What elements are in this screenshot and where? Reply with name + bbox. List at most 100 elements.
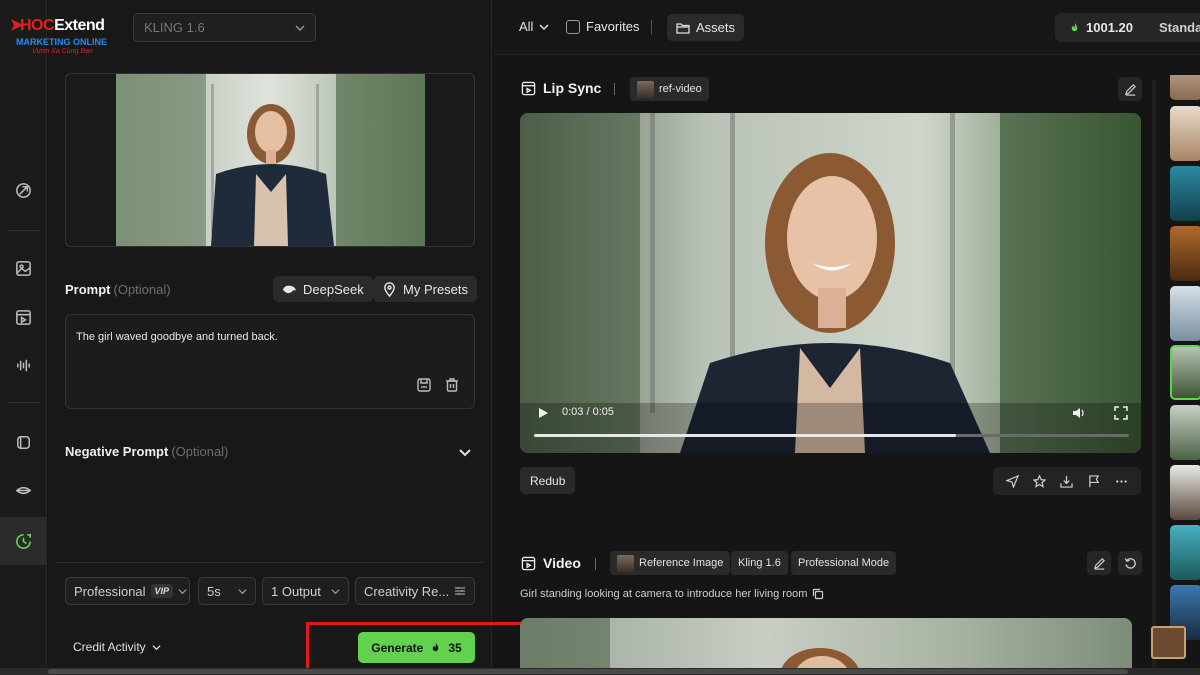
redub-button[interactable]: Redub (520, 467, 576, 494)
lip-sync-label: Lip Sync (543, 80, 602, 96)
logo: HOCExtend MARKETING ONLINE Vươn Xa Cùng … (10, 16, 130, 60)
volume-icon[interactable] (1072, 406, 1086, 420)
lips-icon[interactable] (0, 468, 47, 512)
prompt-title: Prompt (65, 282, 111, 297)
creativity-select[interactable]: Creativity Re... (355, 577, 475, 605)
favorites-toggle[interactable]: Favorites (566, 19, 639, 34)
download-icon[interactable] (1060, 475, 1074, 488)
model-selected: KLING 1.6 (144, 20, 205, 35)
presets-label: My Presets (403, 281, 469, 297)
mode-tag[interactable]: Professional Mode (791, 551, 897, 575)
reference-image-box[interactable] (65, 73, 475, 247)
lip-sync-title: Lip Sync (521, 80, 601, 96)
chevron-down-icon (331, 588, 340, 594)
edit-button[interactable] (1118, 77, 1142, 101)
history-thumbnail[interactable] (1170, 166, 1200, 221)
my-presets-button[interactable]: My Presets (373, 276, 478, 302)
deepseek-label: DeepSeek (303, 281, 364, 297)
rail-divider (8, 230, 39, 231)
duration-select[interactable]: 5s (198, 577, 256, 605)
negative-prompt-title: Negative Prompt (65, 444, 169, 459)
fullscreen-icon[interactable] (1114, 406, 1128, 420)
history-thumbnail[interactable] (1170, 465, 1200, 520)
video-actions-bar (993, 467, 1141, 495)
pencil-icon (1124, 83, 1136, 96)
ref-video-tag[interactable]: ref-video (630, 77, 709, 101)
assets-button[interactable]: Assets (667, 14, 745, 41)
content-scrollbar[interactable] (1152, 80, 1156, 670)
history-thumbnails (1170, 75, 1200, 668)
video-frame (520, 113, 1141, 453)
star-icon[interactable] (1033, 474, 1047, 488)
logo-brand-prefix: HOC (20, 17, 55, 34)
video-progress-fill (534, 434, 957, 437)
assets-label: Assets (696, 20, 736, 35)
save-icon[interactable] (416, 377, 432, 393)
credit-activity-button[interactable]: Credit Activity (73, 640, 161, 654)
prompt-textarea[interactable]: The girl waved goodbye and turned back. (65, 314, 475, 409)
horizontal-scrollbar-thumb[interactable] (48, 669, 1128, 674)
favorites-checkbox[interactable] (566, 19, 580, 34)
history-thumbnail[interactable] (1170, 286, 1200, 341)
model-select[interactable]: KLING 1.6 (133, 13, 316, 42)
ref-video-thumbnail (637, 80, 654, 98)
topbar-divider (651, 20, 652, 34)
outputs-select[interactable]: 1 Output (262, 577, 349, 605)
generate-button[interactable]: Generate 35 (358, 632, 475, 663)
video-preview-frame (520, 618, 859, 668)
reference-image-tag[interactable]: Reference Image (610, 551, 731, 575)
history-thumbnail[interactable] (1170, 405, 1200, 460)
video-section-title: Video (521, 555, 581, 571)
chevron-down-icon (295, 25, 305, 31)
title-divider (595, 558, 596, 570)
video-icon[interactable] (0, 295, 47, 339)
history-thumbnail[interactable] (1170, 525, 1200, 580)
filter-all-select[interactable]: All (519, 19, 549, 34)
play-icon[interactable] (536, 406, 550, 420)
copy-icon[interactable] (812, 588, 824, 600)
model-tag[interactable]: Kling 1.6 (731, 551, 788, 575)
send-icon[interactable] (1006, 474, 1020, 488)
chevron-down-icon[interactable] (457, 445, 473, 461)
redub-label: Redub (530, 473, 566, 488)
mode-select[interactable]: Professional VIP (65, 577, 190, 605)
prompt-text: The girl waved goodbye and turned back. (76, 331, 278, 343)
creativity-value: Creativity Re... (364, 583, 450, 599)
prompt-optional: (Optional) (113, 282, 171, 297)
model-tag-label: Kling 1.6 (738, 557, 781, 569)
duration-value: 5s (207, 583, 221, 599)
edit-button[interactable] (1087, 551, 1111, 575)
cube-icon[interactable] (0, 420, 47, 464)
negative-prompt-label[interactable]: Negative Prompt (Optional) (65, 444, 228, 459)
history-thumbnail[interactable] (1170, 106, 1200, 161)
deepseek-button[interactable]: DeepSeek (273, 276, 373, 302)
generate-label: Generate (371, 640, 424, 655)
image-icon[interactable] (0, 246, 47, 290)
trash-icon[interactable] (444, 377, 460, 393)
video-caption: Girl standing looking at camera to intro… (520, 588, 824, 600)
audio-icon[interactable] (0, 343, 47, 387)
regenerate-button[interactable] (1118, 551, 1142, 575)
chevron-down-icon (152, 644, 161, 650)
generate-cost: 35 (448, 640, 462, 655)
floating-widget[interactable] (1151, 626, 1186, 659)
credit-activity-label: Credit Activity (73, 640, 146, 654)
refresh-icon (1124, 557, 1136, 569)
logo-brand-suffix: Extend (54, 17, 105, 34)
flag-icon[interactable] (1088, 474, 1101, 488)
history-thumbnail[interactable] (1170, 75, 1200, 100)
history-thumbnail[interactable] (1170, 226, 1200, 281)
extend-icon[interactable] (0, 517, 47, 565)
location-pin-icon (384, 281, 395, 297)
video-progress-bar[interactable] (534, 434, 1129, 437)
credits-value: 1001.20 (1086, 20, 1133, 35)
video-preview[interactable] (520, 618, 1132, 668)
title-divider (614, 83, 615, 95)
mode-value: Professional (74, 583, 146, 599)
magic-icon[interactable] (0, 168, 47, 212)
video-section-label: Video (543, 555, 581, 571)
credits-display[interactable]: 1001.20 Standa (1055, 13, 1200, 42)
lip-sync-video-player[interactable]: 0:03 / 0:05 (520, 113, 1141, 453)
more-icon[interactable] (1115, 475, 1128, 488)
history-thumbnail-selected[interactable] (1170, 345, 1200, 400)
